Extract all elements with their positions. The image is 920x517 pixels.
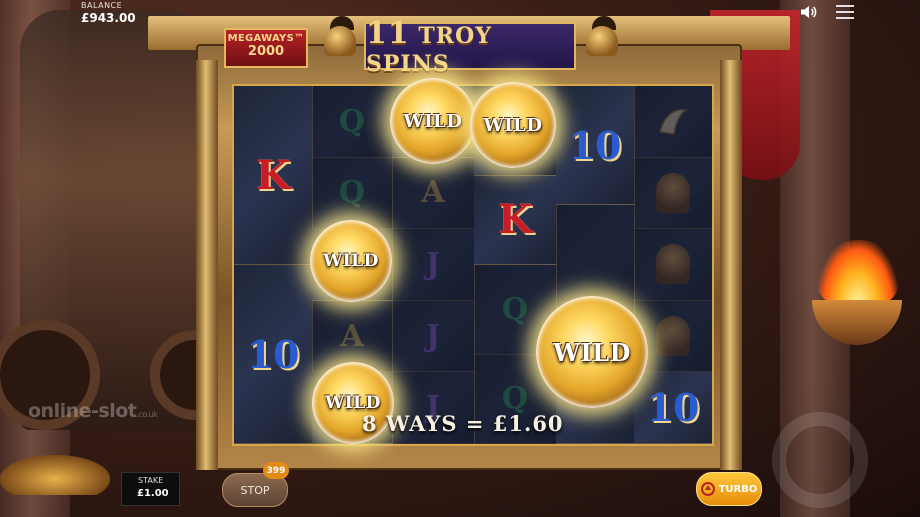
warrior-icon: [656, 244, 690, 285]
megaways-logo-title: MEGAWAYS™: [227, 33, 305, 44]
reel-cell: [634, 157, 712, 230]
frame-column-right: [720, 60, 742, 470]
megaways-logo-number: 2000: [247, 44, 285, 59]
spin-button-logo[interactable]: [772, 412, 868, 508]
turbo-button[interactable]: TURBO: [696, 472, 762, 506]
watermark: online-slot.co.uk: [28, 400, 158, 422]
remaining-spins-badge: 399: [263, 462, 289, 479]
free-spins-banner-text: 11 TROY SPINS: [366, 16, 574, 77]
symbol-Q: Q: [338, 175, 366, 211]
warrior-icon: [656, 316, 690, 357]
watermark-text: online-slot: [28, 400, 137, 422]
gold-coins-pile: [0, 455, 110, 495]
reel-cell: J: [392, 229, 474, 301]
symbol-Q: Q: [501, 291, 529, 327]
win-amount-text: 8 WAYS = £1.60: [362, 411, 564, 436]
spartan-helmet-icon: [580, 16, 624, 60]
reel-6: 10: [634, 86, 713, 444]
symbol-K: K: [497, 196, 533, 244]
spartan-helmet-icon: [318, 16, 362, 60]
symbol-J: J: [425, 246, 441, 282]
reel-1: K 10: [234, 86, 313, 444]
symbol-A: A: [340, 318, 364, 354]
reel-cell: [634, 86, 712, 158]
symbol-Q: Q: [338, 103, 366, 139]
wild-symbol-label: WILD: [553, 337, 631, 367]
reel-cell: 10: [556, 86, 634, 206]
stake-label: STAKE: [138, 476, 164, 485]
watermark-suffix: .co.uk: [136, 410, 158, 419]
horn-icon: [656, 104, 690, 138]
speaker-icon[interactable]: [800, 5, 818, 19]
wild-symbol-label: WILD: [325, 393, 381, 413]
wild-symbol: WILD: [536, 296, 648, 408]
reel-cell: [634, 229, 712, 301]
symbol-K: K: [255, 151, 291, 199]
reel-cell: Q: [312, 86, 392, 158]
reel-cell: A: [392, 157, 474, 230]
warrior-icon: [656, 172, 690, 213]
free-spins-banner: 11 TROY SPINS: [364, 16, 576, 77]
reel-cell: 10: [634, 372, 712, 444]
frame-column-left: [196, 60, 218, 470]
reel-cell: 10: [234, 265, 312, 444]
balance-value: £943.00: [81, 11, 136, 25]
wild-symbol: WILD: [390, 78, 476, 164]
hamburger-menu-icon[interactable]: [836, 5, 854, 19]
reel-cell: K: [234, 86, 312, 265]
reel-cell: J: [392, 300, 474, 373]
reel-cell: K: [474, 175, 556, 265]
stake-value: £1.00: [137, 488, 169, 499]
megaways-logo: MEGAWAYS™ 2000: [224, 28, 308, 68]
symbol-10: 10: [568, 122, 622, 168]
turbo-icon: [700, 482, 715, 496]
wild-symbol-label: WILD: [403, 110, 463, 132]
stop-button-label: STOP: [240, 483, 270, 497]
turbo-button-label: TURBO: [718, 483, 758, 495]
wild-symbol-label: WILD: [323, 251, 379, 271]
wild-symbol: WILD: [470, 82, 556, 168]
symbol-10: 10: [246, 331, 300, 377]
symbol-A: A: [421, 175, 445, 211]
symbol-10: 10: [646, 385, 700, 431]
wild-symbol: WILD: [310, 220, 392, 302]
reel-cell: Q: [312, 157, 392, 230]
balance-label: BALANCE: [81, 1, 123, 10]
wild-symbol-label: WILD: [483, 114, 543, 136]
free-spins-count: 11: [366, 15, 410, 51]
brazier-flame: [818, 240, 898, 305]
symbol-J: J: [425, 318, 441, 354]
